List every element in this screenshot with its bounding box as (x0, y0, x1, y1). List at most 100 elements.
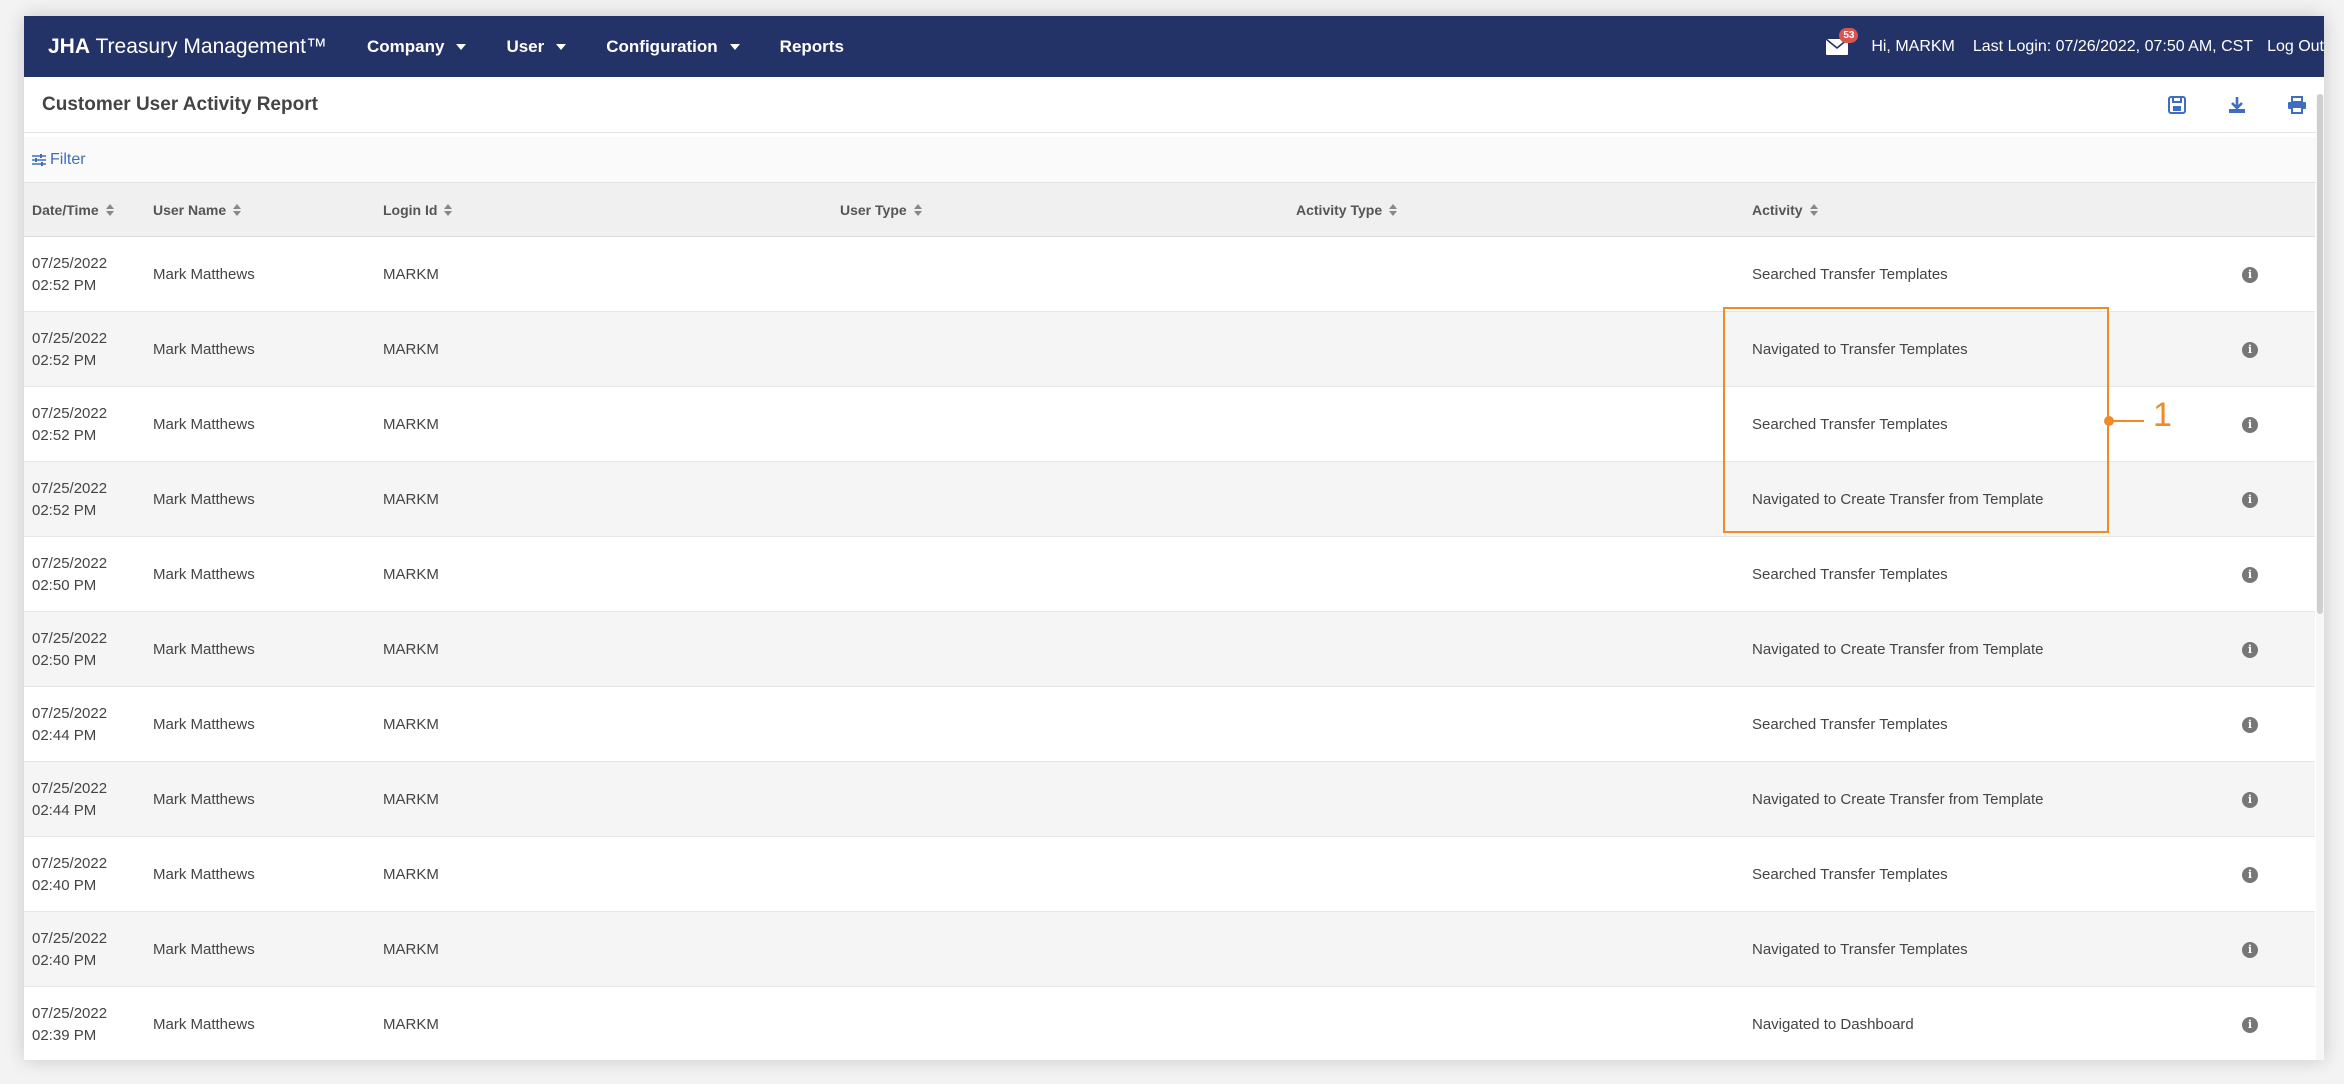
column-label: Date/Time (32, 201, 99, 218)
cell-date-time: 07/25/2022 02:44 PM (32, 762, 107, 837)
cell-login-id: MARKM (383, 566, 439, 583)
cell-date-time: 07/25/2022 02:52 PM (32, 237, 107, 312)
cell-user-name: Mark Matthews (153, 266, 255, 283)
sort-icon (913, 203, 922, 216)
table-row[interactable]: 07/25/2022 02:52 PM Mark Matthews MARKM … (24, 387, 2315, 462)
column-activity-type[interactable]: Activity Type (1296, 202, 1398, 218)
menu-reports[interactable]: Reports (780, 37, 844, 57)
cell-activity: Navigated to Create Transfer from Templa… (1752, 491, 2044, 508)
cell-date-time: 07/25/2022 02:44 PM (32, 687, 107, 762)
cell-date: 07/25/2022 (32, 854, 108, 872)
brand-logo[interactable]: JHA Treasury Management™ (48, 35, 327, 59)
brand-bold: JHA (48, 34, 91, 58)
caret-down-icon (729, 43, 740, 50)
main-menu: Company User Configuration Reports (367, 37, 884, 57)
row-info-button[interactable]: i (2242, 312, 2258, 387)
table-body: 07/25/2022 02:52 PM Mark Matthews MARKM … (24, 237, 2315, 1060)
column-date-time[interactable]: Date/Time (32, 202, 114, 218)
cell-login-id: MARKM (383, 641, 439, 658)
cell-time: 02:52 PM (32, 426, 97, 444)
cell-user-name: Mark Matthews (153, 866, 255, 883)
column-label: Login Id (383, 201, 438, 218)
logout-link[interactable]: Log Out (2267, 38, 2324, 56)
cell-date-time: 07/25/2022 02:52 PM (32, 462, 107, 537)
row-info-button[interactable]: i (2242, 912, 2258, 987)
row-info-button[interactable]: i (2242, 237, 2258, 312)
cell-activity: Searched Transfer Templates (1752, 716, 1948, 733)
info-icon: i (2242, 266, 2258, 283)
callout-leader-line (2110, 420, 2144, 422)
menu-configuration[interactable]: Configuration (606, 36, 740, 57)
row-info-button[interactable]: i (2242, 762, 2258, 837)
cell-date: 07/25/2022 (32, 254, 108, 272)
cell-activity: Navigated to Dashboard (1752, 1016, 1914, 1033)
app-window: JHA Treasury Management™ Company User Co… (24, 16, 2324, 1060)
row-info-button[interactable]: i (2242, 612, 2258, 687)
row-info-button[interactable]: i (2242, 462, 2258, 537)
table-row[interactable]: 07/25/2022 02:44 PM Mark Matthews MARKM … (24, 687, 2315, 762)
brand-name: Treasury Management™ (95, 34, 327, 58)
row-info-button[interactable]: i (2242, 987, 2258, 1060)
table-row[interactable]: 07/25/2022 02:50 PM Mark Matthews MARKM … (24, 537, 2315, 612)
column-login-id[interactable]: Login Id (383, 201, 453, 218)
row-info-button[interactable]: i (2242, 387, 2258, 462)
column-label: User Type (840, 201, 907, 218)
menu-company[interactable]: Company (367, 37, 467, 57)
scrollbar-thumb[interactable] (2317, 94, 2323, 614)
cell-date: 07/25/2022 (32, 554, 108, 572)
column-user-type[interactable]: User Type (840, 202, 922, 218)
cell-user-name: Mark Matthews (153, 641, 255, 658)
cell-date: 07/25/2022 (32, 329, 108, 347)
download-button[interactable] (2226, 94, 2248, 116)
table-row[interactable]: 07/25/2022 02:50 PM Mark Matthews MARKM … (24, 612, 2315, 687)
info-icon: i (2242, 1016, 2258, 1033)
menu-user[interactable]: User (506, 37, 567, 57)
cell-activity: Navigated to Create Transfer from Templa… (1752, 641, 2044, 658)
print-button[interactable] (2286, 94, 2308, 116)
table-row[interactable]: 07/25/2022 02:39 PM Mark Matthews MARKM … (24, 987, 2315, 1060)
row-info-button[interactable]: i (2242, 837, 2258, 912)
cell-time: 02:44 PM (32, 801, 97, 819)
cell-date: 07/25/2022 (32, 704, 108, 722)
cell-time: 02:52 PM (32, 501, 97, 519)
cell-login-id: MARKM (383, 1016, 439, 1033)
cell-activity: Searched Transfer Templates (1752, 266, 1948, 283)
messages-button[interactable]: 53 (1825, 27, 1859, 56)
menu-configuration-label: Configuration (606, 36, 718, 56)
row-info-button[interactable]: i (2242, 537, 2258, 612)
cell-time: 02:39 PM (32, 1026, 97, 1044)
info-icon: i (2242, 716, 2258, 733)
cell-date-time: 07/25/2022 02:40 PM (32, 912, 107, 987)
caret-down-icon (456, 43, 467, 50)
cell-time: 02:44 PM (32, 726, 97, 744)
cell-login-id: MARKM (383, 416, 439, 433)
sort-icon (1389, 203, 1398, 216)
callout-number: 1 (2153, 396, 2172, 434)
cell-date-time: 07/25/2022 02:39 PM (32, 987, 107, 1060)
cell-login-id: MARKM (383, 791, 439, 808)
column-user-name[interactable]: User Name (153, 202, 242, 218)
table-row[interactable]: 07/25/2022 02:52 PM Mark Matthews MARKM … (24, 237, 2315, 312)
cell-user-name: Mark Matthews (153, 791, 255, 808)
sliders-icon (32, 153, 46, 166)
save-icon (2168, 96, 2186, 114)
filter-button[interactable]: Filter (32, 151, 86, 169)
table-row[interactable]: 07/25/2022 02:52 PM Mark Matthews MARKM … (24, 462, 2315, 537)
cell-time: 02:40 PM (32, 951, 97, 969)
cell-activity: Navigated to Transfer Templates (1752, 341, 1968, 358)
cell-date: 07/25/2022 (32, 929, 108, 947)
sort-icon (444, 203, 453, 216)
cell-activity: Navigated to Create Transfer from Templa… (1752, 791, 2044, 808)
row-info-button[interactable]: i (2242, 687, 2258, 762)
message-count-badge: 53 (1839, 27, 1859, 43)
cell-activity: Searched Transfer Templates (1752, 866, 1948, 883)
table-row[interactable]: 07/25/2022 02:44 PM Mark Matthews MARKM … (24, 762, 2315, 837)
user-greeting: Hi, MARKM (1871, 37, 1955, 55)
filter-label: Filter (50, 150, 86, 168)
table-row[interactable]: 07/25/2022 02:52 PM Mark Matthews MARKM … (24, 312, 2315, 387)
column-activity[interactable]: Activity (1752, 202, 1818, 218)
table-row[interactable]: 07/25/2022 02:40 PM Mark Matthews MARKM … (24, 912, 2315, 987)
cell-date: 07/25/2022 (32, 479, 108, 497)
save-button[interactable] (2166, 94, 2188, 116)
table-row[interactable]: 07/25/2022 02:40 PM Mark Matthews MARKM … (24, 837, 2315, 912)
